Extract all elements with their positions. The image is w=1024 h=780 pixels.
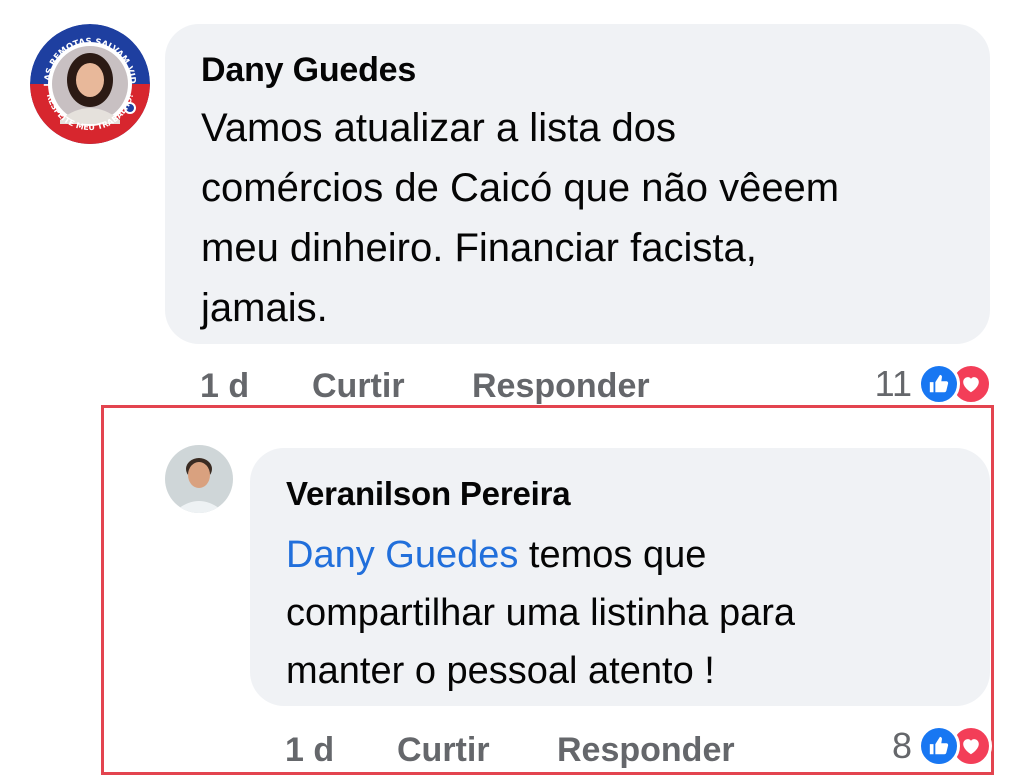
- comment-text: Vamos atualizar a lista dos comércios de…: [201, 98, 954, 338]
- reaction-count: 11: [874, 363, 912, 404]
- reply-avatar-image: [165, 445, 233, 513]
- comment-line: comércios de Caicó que não vêeem: [201, 166, 840, 210]
- reply-avatar[interactable]: [165, 445, 233, 513]
- reply-reply-button[interactable]: Responder: [557, 728, 735, 772]
- reply-line-rest: temos que: [518, 534, 707, 576]
- reply-reaction-summary[interactable]: 8: [892, 724, 992, 768]
- avatar[interactable]: AULAS REMOTAS SALVAM VIDAS. RESPEITE MEU…: [30, 24, 150, 144]
- reaction-summary[interactable]: 11: [875, 362, 992, 406]
- reply-actions: 1 d Curtir Responder: [285, 728, 845, 772]
- mention-link[interactable]: Dany Guedes: [286, 534, 518, 576]
- comment-line: meu dinheiro. Financiar facista,: [201, 226, 757, 270]
- like-button[interactable]: Curtir: [312, 364, 405, 408]
- reply-reaction-count: 8: [891, 725, 912, 766]
- reply-button[interactable]: Responder: [472, 364, 650, 408]
- like-icon: [918, 363, 960, 405]
- reply-like-button[interactable]: Curtir: [397, 728, 490, 772]
- reply-bubble: Veranilson Pereira Dany Guedes temos que…: [250, 448, 990, 706]
- reply-line: Dany Guedes temos que: [286, 526, 954, 584]
- reply-text: Dany Guedes temos que compartilhar uma l…: [286, 526, 954, 700]
- reply-timestamp[interactable]: 1 d: [285, 728, 334, 772]
- avatar-badge-image: AULAS REMOTAS SALVAM VIDAS. RESPEITE MEU…: [30, 24, 150, 144]
- comment-timestamp[interactable]: 1 d: [200, 364, 249, 408]
- comment-thread: AULAS REMOTAS SALVAM VIDAS. RESPEITE MEU…: [0, 0, 1024, 780]
- reply-line: manter o pessoal atento !: [286, 650, 715, 692]
- comment-actions: 1 d Curtir Responder: [200, 364, 800, 408]
- comment-author[interactable]: Dany Guedes: [201, 48, 954, 92]
- comment-line: jamais.: [201, 286, 328, 330]
- like-icon: [918, 725, 960, 767]
- reply-line: compartilhar uma listinha para: [286, 592, 796, 634]
- comment-line: Vamos atualizar a lista dos: [201, 106, 677, 150]
- reply-author[interactable]: Veranilson Pereira: [286, 472, 954, 516]
- comment-bubble: Dany Guedes Vamos atualizar a lista dos …: [165, 24, 990, 344]
